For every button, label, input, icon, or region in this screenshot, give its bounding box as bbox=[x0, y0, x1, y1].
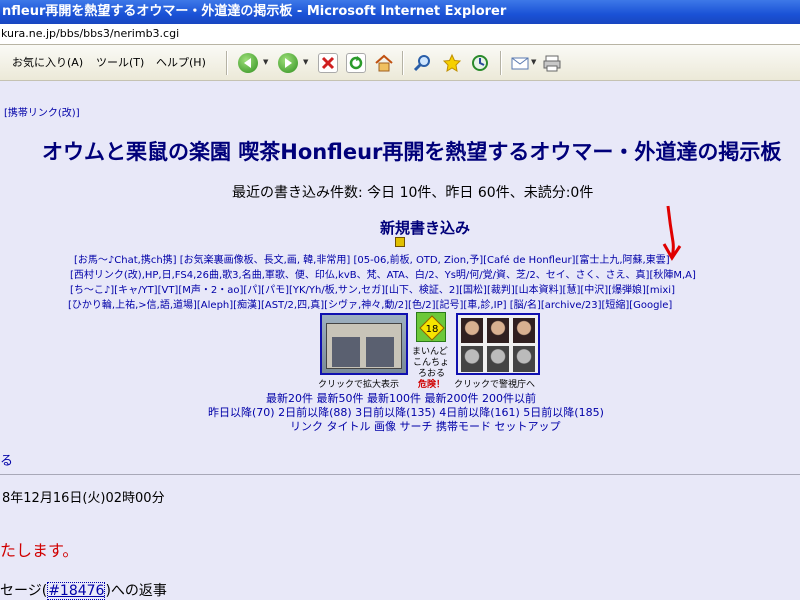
back-icon[interactable] bbox=[238, 53, 258, 73]
shop-photo[interactable] bbox=[320, 313, 408, 375]
window-title: nfleur再開を熱望するオウマー・外道達の掲示板 - Microsoft In… bbox=[2, 4, 507, 19]
toolbar-separator bbox=[226, 51, 228, 75]
rating-badge-number: 18 bbox=[426, 324, 439, 335]
home-icon[interactable] bbox=[374, 53, 394, 73]
new-post-link[interactable]: 新規書き込み bbox=[380, 217, 470, 238]
menu-tools[interactable]: ツール(T) bbox=[96, 45, 144, 81]
reply-prefix: セージ( bbox=[0, 583, 48, 599]
wanted-photos[interactable] bbox=[456, 313, 540, 375]
link-row[interactable]: [西村リンク(改),HP,日,FS4,26曲,歌3,名曲,軍歌、便、印仏,kvB… bbox=[70, 266, 696, 281]
toolbar-separator bbox=[402, 51, 404, 75]
forward-dropdown-icon[interactable]: ▼ bbox=[303, 58, 308, 66]
window-titlebar: nfleur再開を熱望するオウマー・外道達の掲示板 - Microsoft In… bbox=[0, 0, 800, 24]
reply-line: セージ(#18476)への返事 bbox=[0, 580, 167, 600]
mobile-link[interactable]: [携帯リンク(改)] bbox=[4, 104, 80, 119]
toolbar-separator bbox=[500, 51, 502, 75]
link-row[interactable]: [ち～こ♪][キャ/YT][VT][M声・2・ao][パ][パモ][YK/Yh/… bbox=[70, 281, 675, 296]
link-row[interactable]: [ひかり輪,上祐,>信,語,道場][Aleph][痴漢][AST/2,四,真][… bbox=[68, 296, 672, 311]
partial-link[interactable]: る bbox=[0, 450, 13, 469]
post-counts: 最近の書き込み件数: 今日 10件、昨日 60件、未読分:0件 bbox=[232, 185, 594, 201]
mail-dropdown-icon[interactable]: ▼ bbox=[531, 58, 536, 66]
browser-toolbar: お気に入り(A) ツール(T) ヘルプ(H) ▼ ▼ ▼ bbox=[0, 45, 800, 81]
page-title: オウムと栗鼠の楽園 喫茶Honfleur再開を熱望するオウマー・外道達の掲示板 bbox=[42, 140, 782, 164]
page-content: [携帯リンク(改)] オウムと栗鼠の楽園 喫茶Honfleur再開を熱望するオウ… bbox=[0, 82, 800, 600]
menu-help[interactable]: ヘルプ(H) bbox=[156, 45, 206, 81]
rating-badge-icon: 18 bbox=[416, 312, 446, 342]
search-icon[interactable] bbox=[412, 53, 432, 73]
reply-post-link[interactable]: #18476 bbox=[47, 582, 106, 600]
forward-icon[interactable] bbox=[278, 53, 298, 73]
post-body: たします。 bbox=[0, 541, 79, 560]
shop-photo-caption: クリックで拡大表示 bbox=[318, 380, 400, 390]
reply-suffix: )への返事 bbox=[105, 583, 167, 599]
address-bar[interactable]: kura.ne.jp/bbs/bbs3/nerimb3.cgi bbox=[0, 24, 800, 45]
bottom-links[interactable]: リンク タイトル 画像 サーチ 携帯モード セットアップ bbox=[290, 418, 560, 434]
link-row[interactable]: [お馬～♪Chat,携ch携] [お気楽裏画像板、長文,画, 韓,非常用] [0… bbox=[74, 251, 670, 266]
back-dropdown-icon[interactable]: ▼ bbox=[263, 58, 268, 66]
favorites-icon[interactable] bbox=[442, 53, 462, 73]
wanted-photos-caption: クリックで警視庁へ bbox=[454, 380, 536, 390]
refresh-icon[interactable] bbox=[346, 53, 366, 73]
stop-icon[interactable] bbox=[318, 53, 338, 73]
print-icon[interactable] bbox=[542, 53, 562, 73]
annotation-arrow-icon bbox=[662, 205, 682, 261]
new-post-icon bbox=[395, 237, 405, 247]
address-url[interactable]: kura.ne.jp/bbs/bbs3/nerimb3.cgi bbox=[1, 27, 179, 40]
danger-label: 危険！ bbox=[418, 380, 446, 390]
divider bbox=[0, 474, 800, 475]
mail-icon[interactable] bbox=[510, 53, 530, 73]
menu-favorites[interactable]: お気に入り(A) bbox=[12, 45, 83, 81]
history-icon[interactable] bbox=[470, 53, 490, 73]
post-date: 8年12月16日(火)02時00分 bbox=[2, 491, 165, 506]
